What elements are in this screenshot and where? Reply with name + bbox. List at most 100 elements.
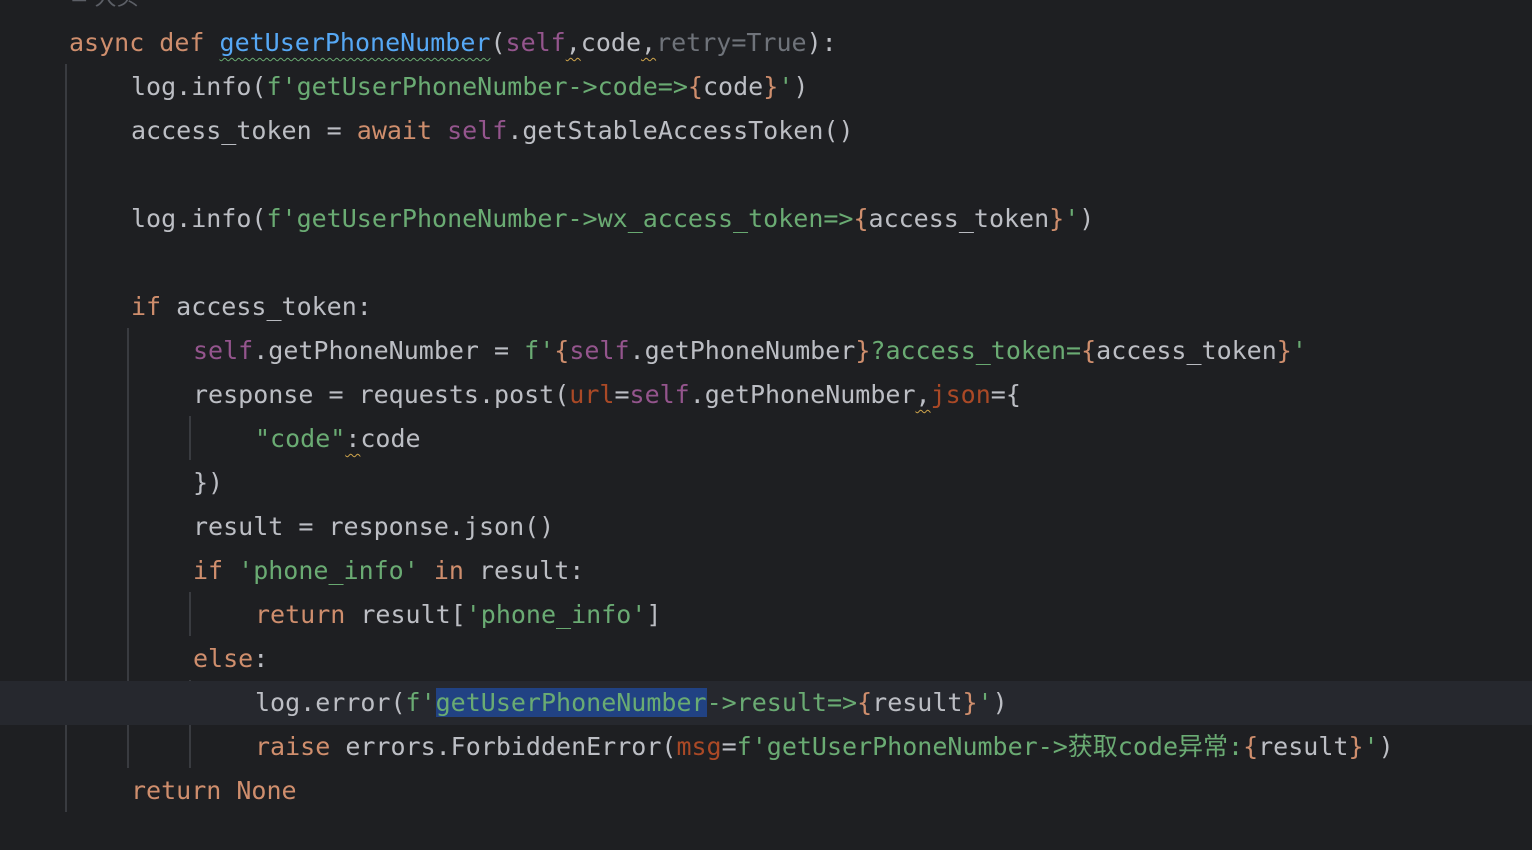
text-selection[interactable]: getUserPhoneNumber: [435, 688, 707, 717]
brace-token: }: [763, 72, 779, 101]
code-line[interactable]: return None: [0, 769, 1532, 813]
keyword-token: raise: [255, 732, 346, 761]
punct-token: }): [193, 468, 224, 497]
string-token: ': [1363, 732, 1379, 761]
string-token: f'getUserPhoneNumber->code=>: [266, 72, 688, 101]
function-name-token[interactable]: getUserPhoneNumber: [220, 28, 491, 57]
variable-token: result: [1258, 732, 1349, 761]
punct-token: :: [253, 644, 269, 673]
brace-token: }: [855, 336, 871, 365]
brace-token: {: [1081, 336, 1097, 365]
named-arg-token: json: [930, 380, 991, 409]
punct-token: ]: [646, 600, 662, 629]
brace-token: }: [962, 688, 978, 717]
code-token: result:: [479, 556, 585, 585]
code-line[interactable]: response = requests.post(url=self.getPho…: [0, 373, 1532, 417]
code-token: log.info(: [131, 72, 267, 101]
code-token: access_token:: [176, 292, 372, 321]
punct-token: ,: [641, 28, 657, 57]
code-token: log.error(: [255, 688, 406, 717]
code-line[interactable]: log.info(f'getUserPhoneNumber->code=>{co…: [0, 65, 1532, 109]
code-line-current[interactable]: log.error(f'getUserPhoneNumber->result=>…: [0, 681, 1532, 725]
author-inlay-hint: ≛ 大头: [70, 0, 139, 10]
string-token: 'phone_info': [465, 600, 647, 629]
named-arg-token: url: [569, 380, 615, 409]
string-token: f': [524, 336, 555, 365]
punct-token: ): [1378, 732, 1394, 761]
code-line[interactable]: return result['phone_info']: [0, 593, 1532, 637]
punct-token: ,: [915, 380, 931, 409]
variable-token: code: [360, 424, 421, 453]
self-token: self: [569, 336, 630, 365]
brace-token: {: [853, 204, 869, 233]
code-line[interactable]: else:: [0, 637, 1532, 681]
keyword-token: return None: [131, 776, 297, 805]
code-line[interactable]: result = response.json(): [0, 505, 1532, 549]
code-token: log.info(: [131, 204, 267, 233]
variable-token: .getPhoneNumber: [629, 336, 856, 365]
keyword-token: else: [193, 644, 254, 673]
string-token: ?access_token=: [870, 336, 1082, 365]
keyword-token: await: [356, 116, 448, 145]
keyword-token: return: [255, 600, 361, 629]
unused-param-token: retry=True: [656, 28, 807, 57]
punct-token: (: [490, 28, 506, 57]
punct-token: =: [721, 732, 737, 761]
self-token: self: [505, 28, 566, 57]
keyword-token: in: [418, 556, 479, 585]
code-token: .getPhoneNumber: [689, 380, 916, 409]
punct-token: ):: [806, 28, 837, 57]
string-token: 'phone_info': [238, 556, 419, 585]
string-token: ': [1291, 336, 1307, 365]
code-token: errors.ForbiddenError(: [345, 732, 677, 761]
brace-token: {: [554, 336, 570, 365]
named-arg-token: msg: [676, 732, 722, 761]
param-token: code: [580, 28, 642, 57]
code-editor[interactable]: ≛ 大头 async def getUserPhoneNumber(self,c…: [0, 0, 1532, 850]
brace-token: {: [857, 688, 873, 717]
code-line[interactable]: self.getPhoneNumber = f'{self.getPhoneNu…: [0, 329, 1532, 373]
self-token: self: [629, 380, 690, 409]
code-line[interactable]: async def getUserPhoneNumber(self,code,r…: [0, 21, 1532, 65]
string-token: f': [405, 688, 436, 717]
brace-token: {: [687, 72, 703, 101]
string-token: ': [778, 72, 794, 101]
code-line[interactable]: raise errors.ForbiddenError(msg=f'getUse…: [0, 725, 1532, 769]
self-token: self: [193, 336, 254, 365]
brace-token: {: [1243, 732, 1259, 761]
punct-token: ,: [565, 28, 581, 57]
punct-token: ={: [990, 380, 1021, 409]
string-token: ': [977, 688, 993, 717]
code-token: result = response.json(): [193, 512, 555, 541]
variable-token: access_token: [1096, 336, 1277, 365]
code-line[interactable]: if 'phone_info' in result:: [0, 549, 1532, 593]
string-token: ->result=>: [706, 688, 858, 717]
code-line[interactable]: }): [0, 461, 1532, 505]
keyword-token: if: [193, 556, 239, 585]
code-token: response = requests.post(: [193, 380, 570, 409]
code-line[interactable]: access_token = await self.getStableAcces…: [0, 109, 1532, 153]
brace-token: }: [1348, 732, 1364, 761]
code-token: .getStableAccessToken(): [507, 116, 854, 145]
keyword-token: async def: [69, 28, 220, 57]
code-token: access_token =: [131, 116, 357, 145]
code-line[interactable]: "code":code: [0, 417, 1532, 461]
code-line[interactable]: if access_token:: [0, 285, 1532, 329]
code-line[interactable]: log.info(f'getUserPhoneNumber->wx_access…: [0, 197, 1532, 241]
code-token: .getPhoneNumber =: [253, 336, 525, 365]
string-token: f'getUserPhoneNumber->wx_access_token=>: [266, 204, 854, 233]
variable-token: result: [872, 688, 963, 717]
code-token: result[: [360, 600, 466, 629]
punct-token: ): [793, 72, 809, 101]
variable-token: access_token: [868, 204, 1050, 233]
keyword-token: if: [131, 292, 177, 321]
brace-token: }: [1049, 204, 1065, 233]
variable-token: code: [702, 72, 764, 101]
string-token: ': [1064, 204, 1080, 233]
brace-token: }: [1276, 336, 1292, 365]
punct-token: =: [614, 380, 630, 409]
punct-token: :: [345, 424, 361, 453]
punct-token: ): [1079, 204, 1095, 233]
punct-token: ): [992, 688, 1008, 717]
string-token: f'getUserPhoneNumber->获取code异常:: [736, 732, 1244, 761]
